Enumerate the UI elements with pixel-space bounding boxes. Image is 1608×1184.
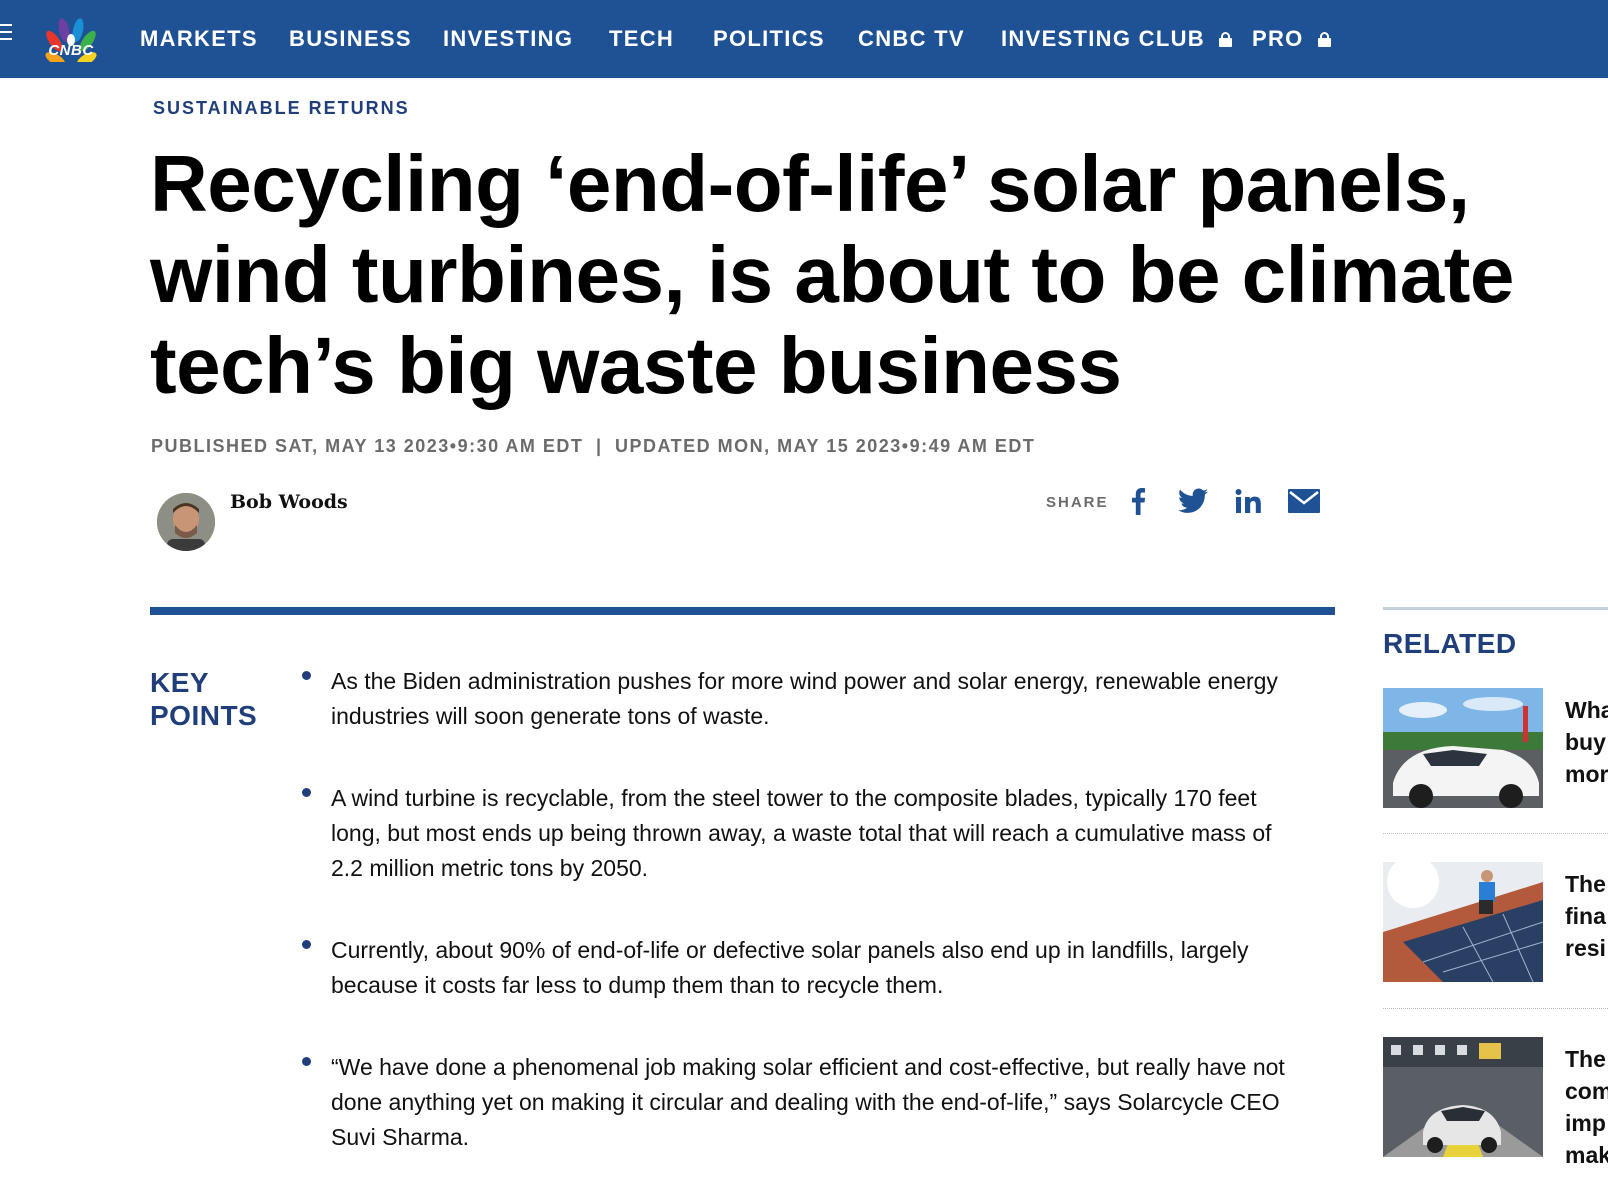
related-item[interactable]: The fina resi [1383,862,1608,984]
top-nav: CNBC MARKETS BUSINESS INVESTING TECH POL… [0,0,1608,78]
key-points-title: KEY POINTS [150,667,258,731]
related-headline[interactable]: The com imp mak [1565,1043,1608,1171]
related-title: RELATED [1383,628,1517,659]
nav-pro: PRO [1252,26,1304,51]
related-item[interactable]: The com imp mak [1383,1037,1608,1168]
nav-tech[interactable]: TECH [609,26,674,52]
key-point: “We have done a phenomenal job making so… [301,1050,1291,1155]
related-headline[interactable]: Wha buy mor [1565,694,1608,790]
facebook-icon[interactable] [1121,484,1155,518]
email-icon[interactable] [1287,484,1321,518]
key-points-list: As the Biden administration pushes for m… [301,664,1291,1184]
published-time: PUBLISHED SAT, MAY 13 2023•9:30 AM EDT [151,436,584,456]
updated-time: UPDATED MON, MAY 15 2023•9:49 AM EDT [615,436,1036,456]
nav-investing-club: INVESTING CLUB [1001,26,1205,51]
section-eyebrow[interactable]: SUSTAINABLE RETURNS [153,98,410,119]
key-point: A wind turbine is recyclable, from the s… [301,781,1291,886]
author-name[interactable]: Bob Woods [230,491,348,513]
article-headline: Recycling ‘end-of-life’ solar panels, wi… [150,139,1514,410]
related-separator [1383,833,1608,834]
twitter-icon[interactable] [1176,484,1210,518]
nav-politics[interactable]: POLITICS [713,26,825,52]
related-headline[interactable]: The fina resi [1565,868,1608,964]
brand-wordmark: CNBC [48,42,94,59]
article-divider [150,607,1335,615]
related-thumbnail[interactable] [1383,688,1543,808]
nav-investing[interactable]: INVESTING [443,26,573,52]
nav-pro-link[interactable]: PRO [1252,26,1331,52]
nav-cnbc-tv[interactable]: CNBC TV [858,26,965,52]
lock-icon [1317,32,1331,47]
key-point: As the Biden administration pushes for m… [301,664,1291,734]
linkedin-icon[interactable] [1231,484,1265,518]
related-item[interactable]: Wha buy mor [1383,688,1608,810]
related-separator [1383,1008,1608,1009]
author-avatar[interactable] [157,493,215,551]
lock-icon [1219,32,1232,47]
nav-markets[interactable]: MARKETS [140,26,258,52]
sidebar-divider [1383,607,1608,610]
related-thumbnail[interactable] [1383,862,1543,982]
key-point: Currently, about 90% of end-of-life or d… [301,933,1291,1003]
share-label: SHARE [1046,494,1109,511]
nav-business[interactable]: BUSINESS [289,26,412,52]
menu-icon[interactable] [0,24,14,44]
nav-investing-club-link[interactable]: INVESTING CLUB [1001,26,1232,52]
timestamp: PUBLISHED SAT, MAY 13 2023•9:30 AM EDT |… [151,436,1036,456]
related-thumbnail[interactable] [1383,1037,1543,1157]
